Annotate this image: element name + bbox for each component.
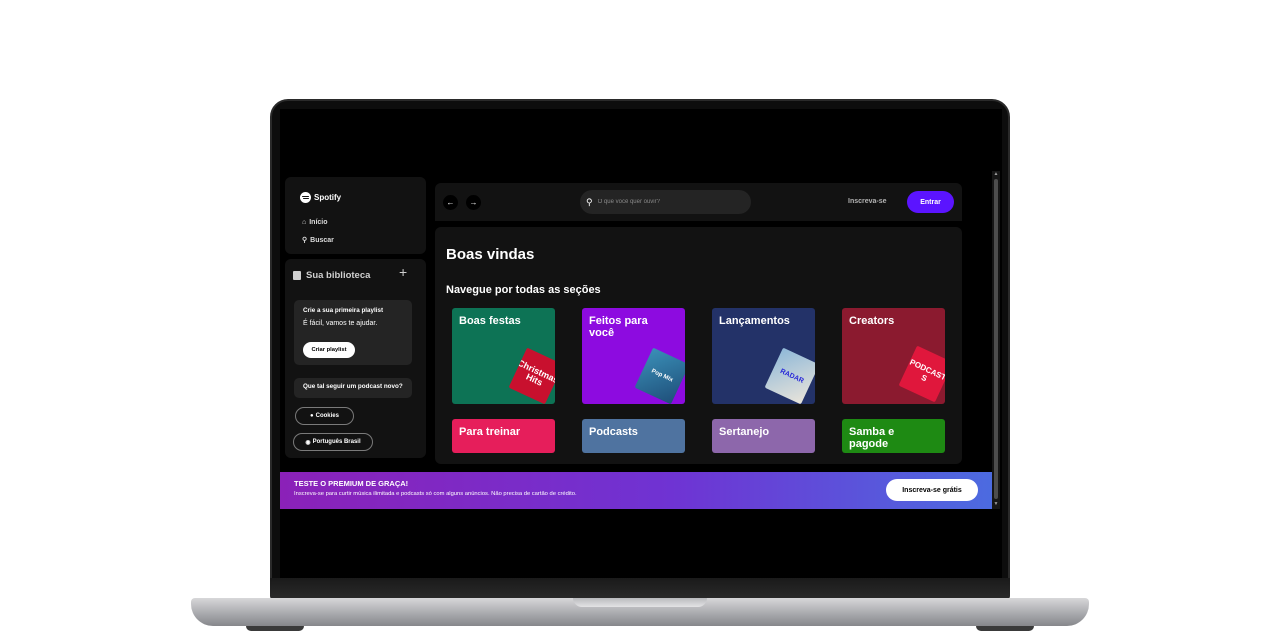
scroll-down-icon[interactable]: ▼	[993, 501, 999, 507]
tile-boas-festas[interactable]: Boas festas Christmas Hits	[452, 308, 555, 404]
tile-lancamentos[interactable]: Lançamentos RADAR	[712, 308, 815, 404]
tile-label: Podcasts	[589, 426, 638, 438]
tile-cover-art: PODCASTS	[898, 345, 945, 403]
library-icon	[293, 271, 301, 280]
tile-podcasts[interactable]: Podcasts	[582, 419, 685, 453]
laptop-foot	[976, 626, 1034, 631]
language-button[interactable]: ◉ Português Brasil	[293, 433, 373, 451]
search-bar[interactable]: ⚲	[580, 190, 751, 214]
premium-banner[interactable]: TESTE O PREMIUM DE GRAÇA! Inscreva-se pa…	[280, 472, 992, 509]
main-content: Boas vindas Navegue por todas as seções …	[435, 227, 962, 464]
banner-title: TESTE O PREMIUM DE GRAÇA!	[294, 479, 409, 488]
tile-label: Creators	[849, 315, 895, 327]
laptop-lid: Spotify ⌂ Início ⚲ Buscar Sua biblioteca…	[270, 99, 1010, 599]
tile-samba-e-pagode[interactable]: Samba e pagode	[842, 419, 945, 453]
scroll-thumb[interactable]	[994, 179, 998, 499]
tile-feitos-para-voce[interactable]: Feitos para você Pop Mix	[582, 308, 685, 404]
nav-item-home[interactable]: ⌂ Início	[302, 219, 328, 226]
podcast-card: Que tal seguir um podcast novo?	[294, 378, 412, 398]
scrollbar[interactable]: ▲ ▼	[992, 171, 1000, 509]
tile-sertanejo[interactable]: Sertanejo	[712, 419, 815, 453]
search-icon: ⚲	[302, 237, 308, 244]
spotify-app: Spotify ⌂ Início ⚲ Buscar Sua biblioteca…	[280, 109, 1002, 579]
cookies-button[interactable]: ● Cookies	[295, 407, 354, 425]
laptop-hinge	[270, 578, 1010, 600]
back-button[interactable]: ←	[443, 195, 458, 210]
tile-cover-art: Pop Mix	[634, 347, 685, 404]
spotify-logo[interactable]: Spotify	[300, 192, 341, 203]
tile-label: Feitos para você	[589, 315, 648, 339]
arrow-right-icon: →	[469, 198, 478, 207]
top-bar: ← → ⚲ Inscreva-se Entrar	[435, 183, 962, 221]
tile-creators[interactable]: Creators PODCASTS	[842, 308, 945, 404]
library-title: Sua biblioteca	[306, 270, 371, 281]
brand-name: Spotify	[314, 193, 342, 202]
login-button[interactable]: Entrar	[907, 191, 954, 213]
laptop-foot	[246, 626, 304, 631]
create-playlist-title: Crie a sua primeira playlist	[303, 307, 384, 314]
cookies-label: Cookies	[315, 413, 339, 419]
home-icon: ⌂	[302, 219, 307, 226]
language-label: Português Brasil	[312, 439, 361, 445]
nav-item-label: Buscar	[310, 236, 334, 244]
scroll-up-icon[interactable]: ▲	[993, 171, 999, 177]
tile-label: Sertanejo	[719, 426, 770, 438]
arrow-left-icon: ←	[446, 198, 455, 207]
free-signup-button[interactable]: Inscreva-se grátis	[886, 479, 978, 501]
section-title: Navegue por todas as seções	[446, 284, 601, 296]
cookie-icon: ●	[310, 413, 314, 419]
create-playlist-card: Crie a sua primeira playlist É fácil, va…	[294, 300, 412, 365]
library-header[interactable]: Sua biblioteca	[293, 270, 370, 281]
laptop-mockup: Spotify ⌂ Início ⚲ Buscar Sua biblioteca…	[0, 0, 1280, 640]
globe-icon: ◉	[305, 439, 311, 446]
tile-cover-art: RADAR	[764, 347, 815, 404]
tile-label: Lançamentos	[719, 315, 790, 327]
page-title: Boas vindas	[446, 246, 535, 263]
tile-para-treinar[interactable]: Para treinar	[452, 419, 555, 453]
nav-item-label: Início	[309, 219, 328, 226]
create-playlist-button[interactable]: Criar playlist	[303, 342, 355, 358]
nav-panel: Spotify ⌂ Início ⚲ Buscar	[285, 177, 426, 254]
tile-label: Samba e pagode	[849, 426, 895, 450]
signup-link[interactable]: Inscreva-se	[848, 198, 887, 205]
banner-subtitle: Inscreva-se para curtir música ilimitada…	[294, 491, 577, 497]
tile-cover-art: Christmas Hits	[508, 347, 555, 404]
nav-item-search[interactable]: ⚲ Buscar	[302, 236, 334, 245]
create-playlist-subtitle: É fácil, vamos te ajudar.	[303, 320, 378, 327]
laptop-screen: Spotify ⌂ Início ⚲ Buscar Sua biblioteca…	[280, 109, 1002, 579]
tile-label: Boas festas	[459, 315, 521, 327]
library-panel: Sua biblioteca + Crie a sua primeira pla…	[285, 259, 426, 458]
podcast-card-title: Que tal seguir um podcast novo?	[303, 383, 403, 390]
spotify-logo-icon	[300, 192, 311, 203]
search-input[interactable]	[597, 199, 738, 205]
plus-icon[interactable]: +	[399, 265, 407, 279]
laptop-base-notch	[573, 598, 707, 607]
laptop-base	[191, 598, 1089, 626]
search-icon: ⚲	[586, 196, 593, 207]
tile-label: Para treinar	[459, 426, 521, 438]
forward-button[interactable]: →	[466, 195, 481, 210]
